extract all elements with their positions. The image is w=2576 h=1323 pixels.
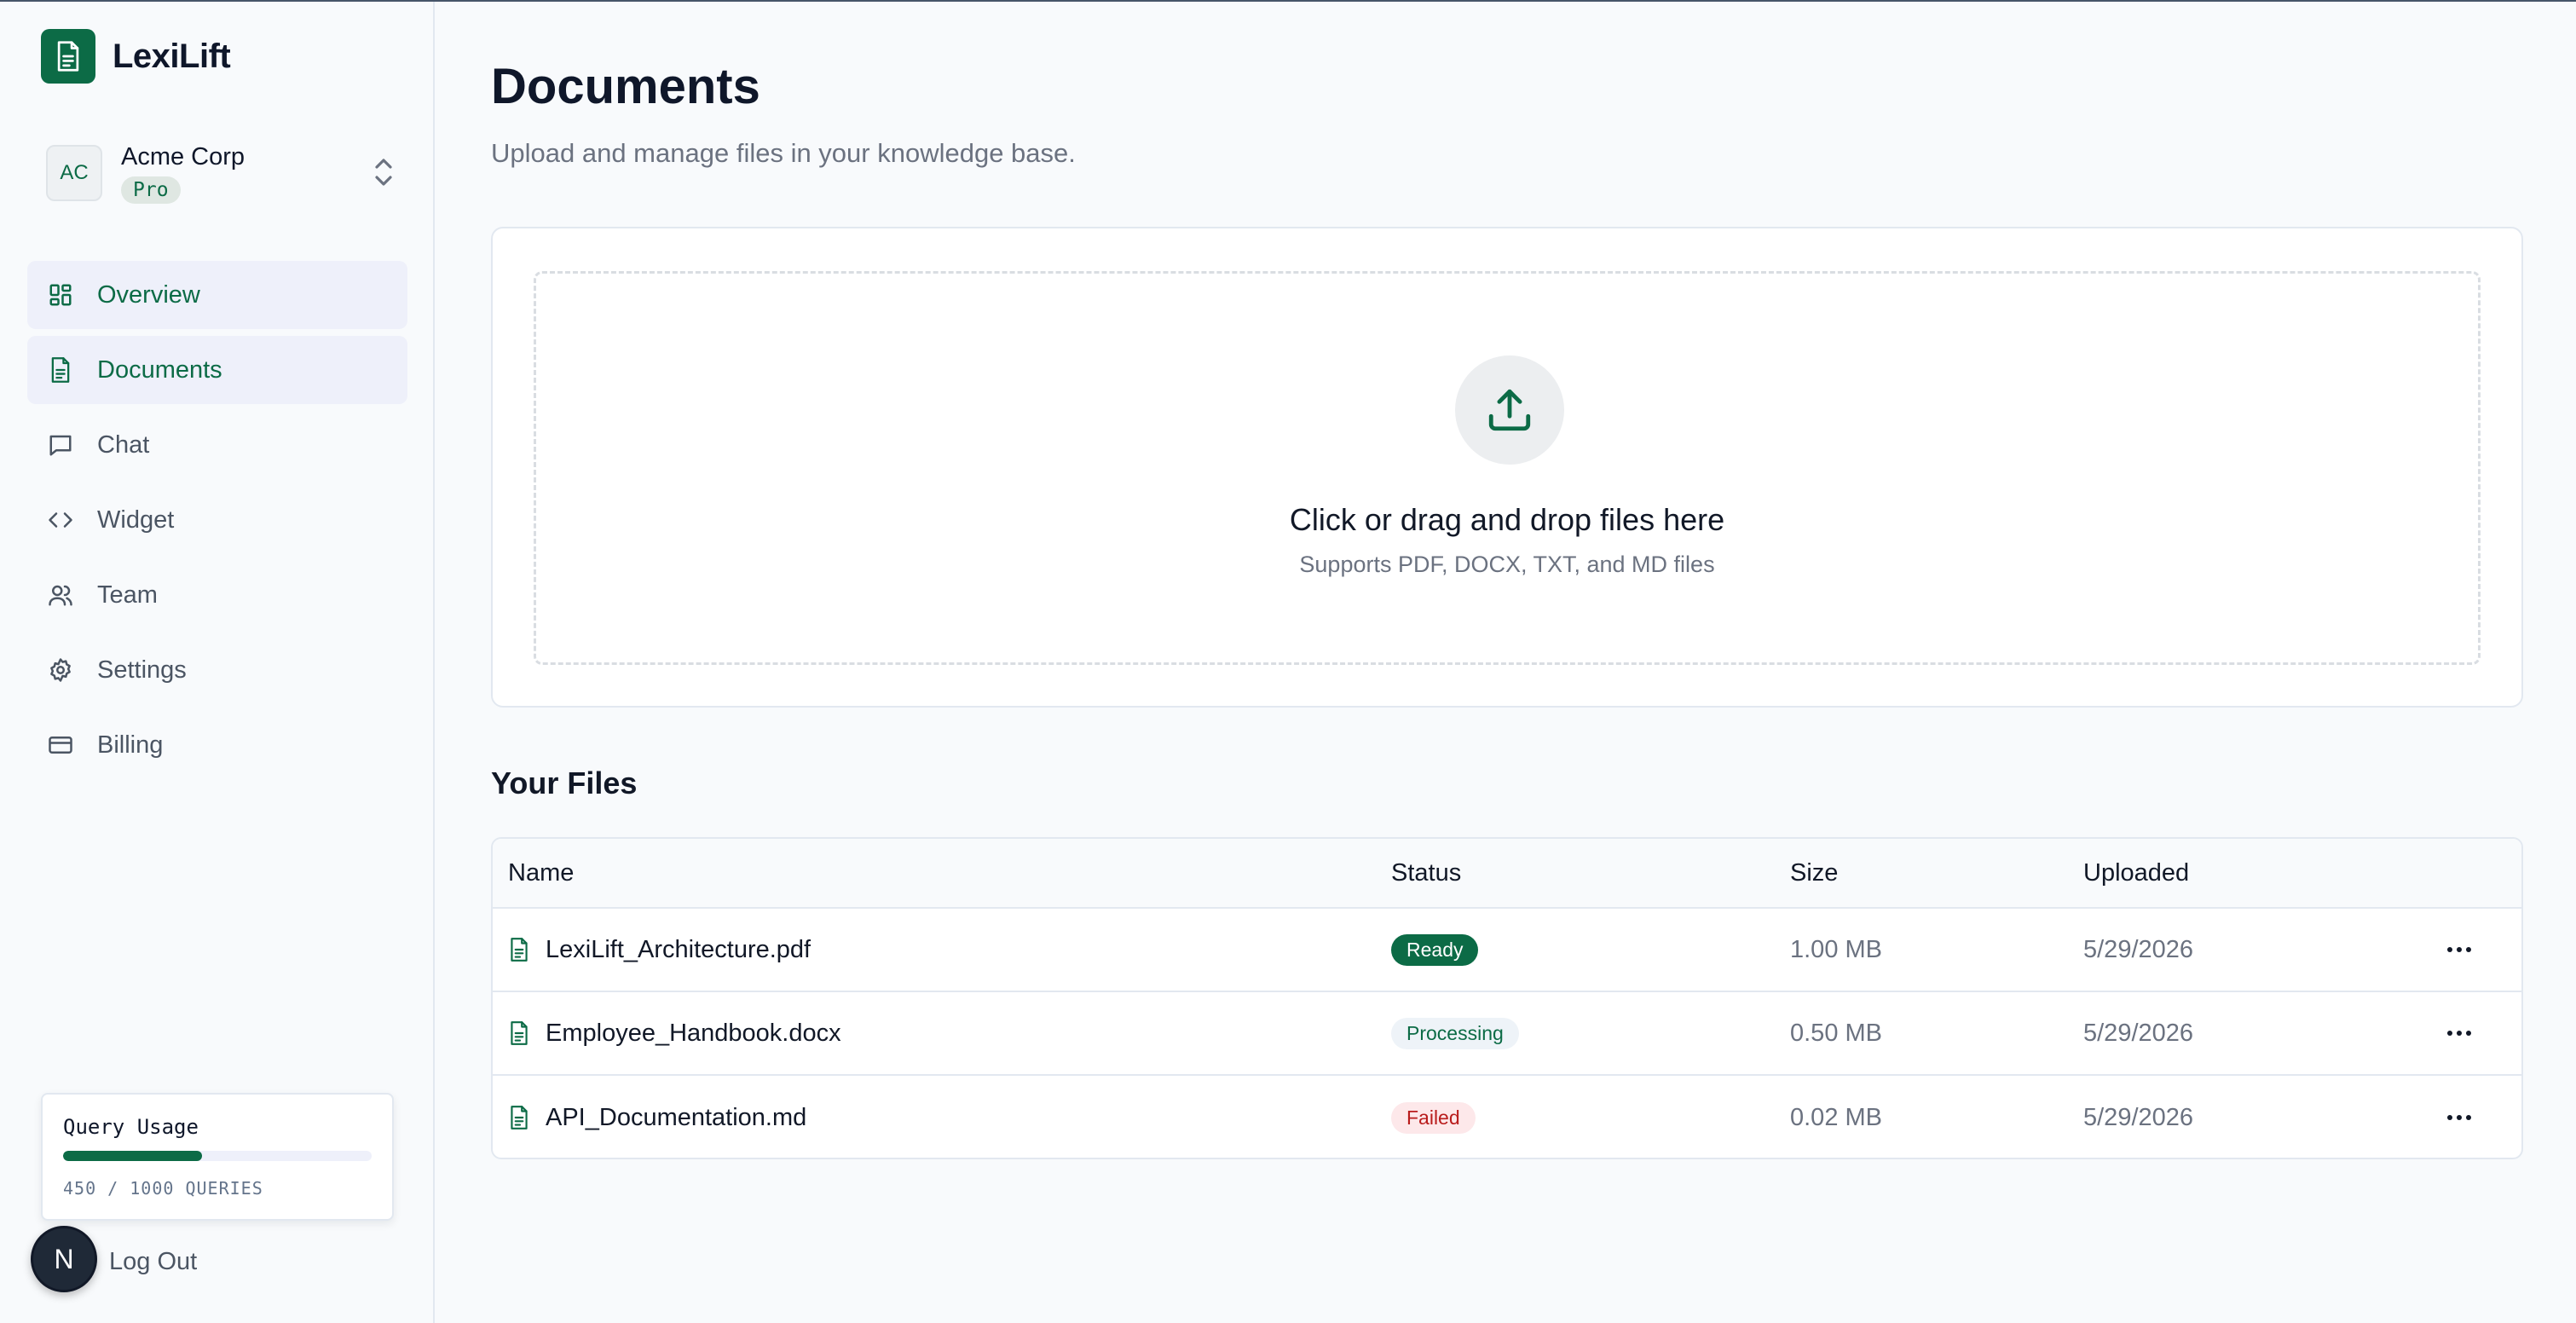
dropzone-title: Click or drag and drop files here (1289, 502, 1725, 537)
more-horizontal-icon (2447, 947, 2471, 952)
file-icon (511, 1021, 528, 1045)
file-size: 0.50 MB (1790, 1019, 1882, 1047)
gear-icon (46, 656, 75, 685)
table-header: Name Status Size Uploaded (493, 839, 2521, 909)
org-switcher[interactable]: AC Acme Corp Pro (46, 142, 396, 205)
document-icon (46, 355, 75, 384)
status-badge: Failed (1391, 1101, 1476, 1134)
file-name[interactable]: API_Documentation.md (546, 1104, 806, 1132)
column-header-size[interactable]: Size (1790, 839, 1838, 907)
status-badge: Ready (1391, 933, 1479, 966)
more-horizontal-icon (2447, 1031, 2471, 1036)
page-subtitle: Upload and manage files in your knowledg… (491, 138, 1076, 168)
usage-count: 450 / 1000 QUERIES (63, 1178, 263, 1199)
sidebar-item-chat[interactable]: Chat (27, 411, 407, 479)
sidebar-item-billing[interactable]: Billing (27, 711, 407, 779)
logout-button[interactable]: Log Out (109, 1248, 197, 1276)
upload-icon (1455, 355, 1564, 465)
column-header-name[interactable]: Name (508, 839, 574, 907)
status-badge: Processing (1391, 1017, 1519, 1049)
org-avatar: AC (46, 145, 102, 201)
sidebar-item-label: Widget (97, 506, 175, 534)
main-content: Documents Upload and manage files in you… (435, 2, 2576, 1323)
column-header-status[interactable]: Status (1391, 839, 1461, 907)
file-uploaded-date: 5/29/2026 (2083, 1103, 2194, 1131)
logo-document-icon (41, 29, 95, 84)
table-row[interactable]: Employee_Handbook.docx Processing 0.50 M… (493, 992, 2521, 1076)
sidebar-item-label: Billing (97, 731, 164, 759)
plan-badge: Pro (121, 176, 181, 204)
code-icon (46, 506, 75, 534)
dropzone-subtitle: Supports PDF, DOCX, TXT, and MD files (1299, 552, 1715, 577)
files-table: Name Status Size Uploaded LexiLift_Archi… (491, 837, 2523, 1159)
table-row[interactable]: LexiLift_Architecture.pdf Ready 1.00 MB … (493, 909, 2521, 992)
sidebar-item-label: Overview (97, 280, 200, 309)
sidebar-item-settings[interactable]: Settings (27, 636, 407, 704)
chat-icon (46, 430, 75, 459)
sidebar-item-documents[interactable]: Documents (27, 336, 407, 404)
usage-progress-bar (63, 1151, 372, 1161)
sidebar: LexiLift AC Acme Corp Pro Overview Docum… (0, 2, 435, 1323)
file-uploaded-date: 5/29/2026 (2083, 935, 2194, 963)
chevron-up-down-icon (375, 159, 392, 186)
users-icon (46, 581, 75, 610)
sidebar-item-label: Documents (97, 355, 222, 384)
logo[interactable]: LexiLift (41, 29, 231, 84)
dashboard-icon (46, 280, 75, 309)
file-dropzone[interactable]: Click or drag and drop files here Suppor… (534, 271, 2481, 665)
page-title: Documents (491, 59, 760, 114)
sidebar-item-overview[interactable]: Overview (27, 261, 407, 329)
sidebar-item-label: Team (97, 581, 158, 609)
files-section-title: Your Files (491, 765, 638, 800)
more-horizontal-icon (2447, 1115, 2471, 1120)
file-name[interactable]: Employee_Handbook.docx (546, 1020, 841, 1048)
sidebar-item-widget[interactable]: Widget (27, 486, 407, 554)
usage-progress-fill (63, 1151, 202, 1161)
row-actions-button[interactable] (2429, 1076, 2489, 1158)
column-header-uploaded[interactable]: Uploaded (2083, 839, 2189, 907)
sidebar-nav: Overview Documents Chat Widget Team Sett… (27, 261, 407, 786)
credit-card-icon (46, 731, 75, 760)
sidebar-item-team[interactable]: Team (27, 561, 407, 629)
file-name[interactable]: LexiLift_Architecture.pdf (546, 936, 811, 964)
app-name: LexiLift (113, 37, 231, 75)
app-window: LexiLift AC Acme Corp Pro Overview Docum… (0, 0, 2576, 1323)
row-actions-button[interactable] (2429, 909, 2489, 991)
usage-title: Query Usage (63, 1115, 199, 1139)
table-row[interactable]: API_Documentation.md Failed 0.02 MB 5/29… (493, 1076, 2521, 1158)
sidebar-item-label: Settings (97, 656, 187, 684)
org-name: Acme Corp (121, 142, 245, 170)
file-icon (511, 938, 528, 962)
file-size: 0.02 MB (1790, 1103, 1882, 1131)
row-actions-button[interactable] (2429, 992, 2489, 1074)
file-size: 1.00 MB (1790, 935, 1882, 963)
sidebar-item-label: Chat (97, 430, 150, 459)
user-avatar[interactable]: N (31, 1226, 97, 1292)
file-uploaded-date: 5/29/2026 (2083, 1019, 2194, 1047)
file-icon (511, 1106, 528, 1129)
query-usage-card: Query Usage 450 / 1000 QUERIES (41, 1093, 394, 1221)
upload-card: Click or drag and drop files here Suppor… (491, 227, 2523, 708)
